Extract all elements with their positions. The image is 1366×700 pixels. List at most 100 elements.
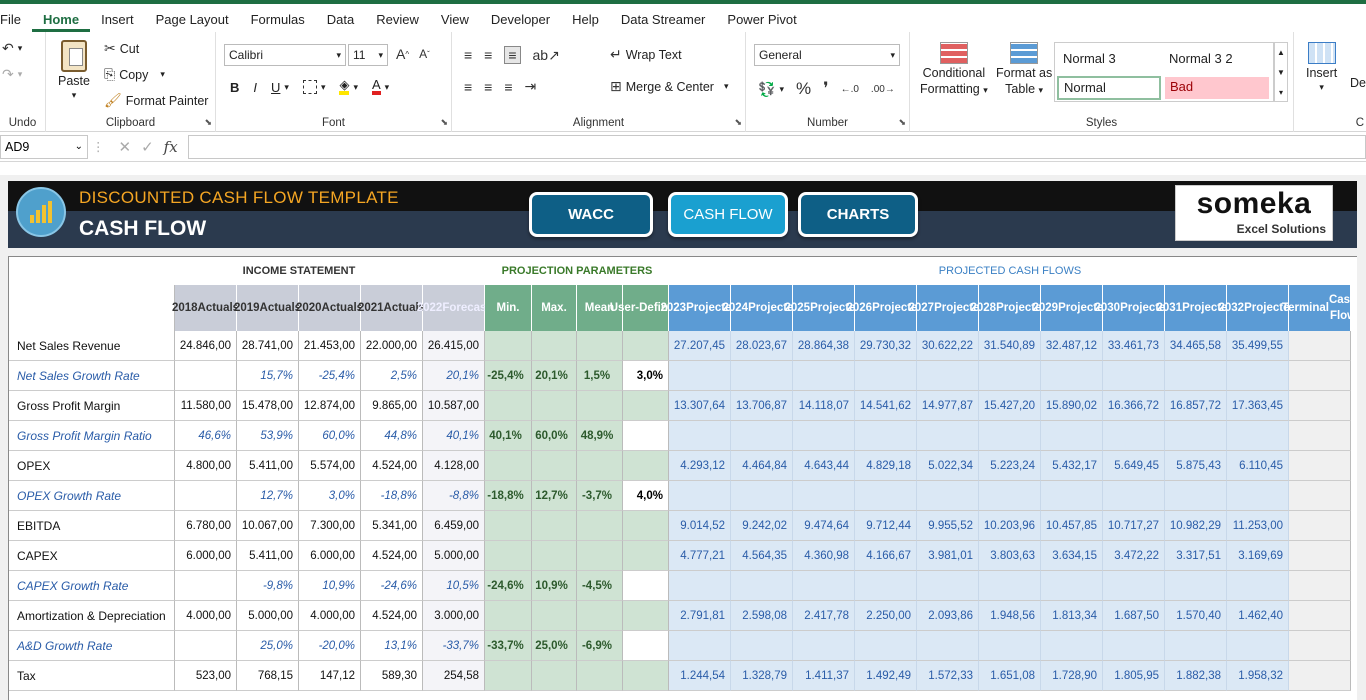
projected-cell[interactable]: 14.541,62: [855, 391, 917, 421]
row-label[interactable]: A&D Growth Rate: [9, 631, 175, 661]
actuals-cell[interactable]: 5.000,00: [423, 541, 485, 571]
actuals-cell[interactable]: 4.524,00: [361, 541, 423, 571]
cancel-icon[interactable]: ✕: [119, 138, 132, 156]
user-defined-input[interactable]: 4,0%: [623, 481, 669, 511]
decrease-decimal-icon[interactable]: .00→: [871, 84, 895, 95]
projection-parameter-cell[interactable]: -6,9%: [577, 631, 623, 661]
style-bad[interactable]: Bad: [1165, 77, 1269, 99]
row-label[interactable]: CAPEX: [9, 541, 175, 571]
actuals-cell[interactable]: 7.300,00: [299, 511, 361, 541]
projected-cell[interactable]: 5.875,43: [1165, 451, 1227, 481]
projected-cell[interactable]: [917, 421, 979, 451]
projection-parameter-cell[interactable]: [485, 451, 532, 481]
actuals-cell[interactable]: 523,00: [175, 661, 237, 691]
increase-font-icon[interactable]: A ^: [396, 46, 409, 62]
align-top-icon[interactable]: ≡: [464, 47, 472, 63]
row-label[interactable]: CAPEX Growth Rate: [9, 571, 175, 601]
projection-parameter-cell[interactable]: [532, 541, 577, 571]
actuals-cell[interactable]: [175, 631, 237, 661]
projected-cell[interactable]: 9.955,52: [917, 511, 979, 541]
actuals-cell[interactable]: -9,8%: [237, 571, 299, 601]
actuals-cell[interactable]: 254,58: [423, 661, 485, 691]
projected-cell[interactable]: 1.813,34: [1041, 601, 1103, 631]
format-as-table-button[interactable]: Format as Table ▾: [996, 42, 1052, 96]
projected-cell[interactable]: 5.649,45: [1103, 451, 1165, 481]
tab-home[interactable]: Home: [31, 12, 91, 32]
projected-cell[interactable]: [1165, 361, 1227, 391]
projected-cell[interactable]: 33.461,73: [1103, 331, 1165, 361]
actuals-cell[interactable]: 11.580,00: [175, 391, 237, 421]
projected-cell[interactable]: 9.242,02: [731, 511, 793, 541]
tab-review[interactable]: Review: [365, 12, 430, 32]
projected-cell[interactable]: [1165, 481, 1227, 511]
actuals-cell[interactable]: 40,1%: [423, 421, 485, 451]
projection-parameter-cell[interactable]: [577, 451, 623, 481]
projected-cell[interactable]: 1.244,54: [669, 661, 731, 691]
actuals-cell[interactable]: [175, 361, 237, 391]
projected-cell[interactable]: 1.805,95: [1103, 661, 1165, 691]
projected-cell[interactable]: 3.472,22: [1103, 541, 1165, 571]
actuals-cell[interactable]: [175, 481, 237, 511]
actuals-cell[interactable]: 147,12: [299, 661, 361, 691]
projection-parameter-cell[interactable]: [485, 511, 532, 541]
increase-decimal-icon[interactable]: ←.0: [841, 84, 859, 95]
charts-button[interactable]: CHARTS: [798, 192, 918, 237]
actuals-cell[interactable]: 20,1%: [423, 361, 485, 391]
actuals-cell[interactable]: 5.411,00: [237, 541, 299, 571]
orientation-icon[interactable]: ab↗: [533, 47, 560, 64]
row-label[interactable]: OPEX: [9, 451, 175, 481]
projection-parameter-cell[interactable]: 10,9%: [532, 571, 577, 601]
projection-parameter-cell[interactable]: 1,5%: [577, 361, 623, 391]
paste-button[interactable]: Paste ▾: [58, 40, 90, 101]
row-label[interactable]: OPEX Growth Rate: [9, 481, 175, 511]
projection-parameter-cell[interactable]: 60,0%: [532, 421, 577, 451]
user-defined-input[interactable]: 3,0%: [623, 361, 669, 391]
projected-cell[interactable]: 28.023,67: [731, 331, 793, 361]
projected-cell[interactable]: 15.890,02: [1041, 391, 1103, 421]
projected-cell[interactable]: [1227, 571, 1289, 601]
fill-color-icon[interactable]: ◈: [339, 78, 350, 95]
projected-cell[interactable]: [1041, 571, 1103, 601]
actuals-cell[interactable]: 53,9%: [237, 421, 299, 451]
actuals-cell[interactable]: 4.800,00: [175, 451, 237, 481]
projection-parameter-cell[interactable]: [577, 391, 623, 421]
tab-data-streamer[interactable]: Data Streamer: [610, 12, 717, 32]
actuals-cell[interactable]: 15.478,00: [237, 391, 299, 421]
user-defined-input[interactable]: [623, 571, 669, 601]
projected-cell[interactable]: 17.363,45: [1227, 391, 1289, 421]
projected-cell[interactable]: [1227, 631, 1289, 661]
actuals-cell[interactable]: 3,0%: [299, 481, 361, 511]
projected-cell[interactable]: 3.981,01: [917, 541, 979, 571]
projected-cell[interactable]: 13.307,64: [669, 391, 731, 421]
projected-cell[interactable]: [1041, 631, 1103, 661]
projection-parameter-cell[interactable]: [532, 601, 577, 631]
actuals-cell[interactable]: -8,8%: [423, 481, 485, 511]
conditional-formatting-button[interactable]: Conditional Formatting ▾: [920, 42, 988, 96]
actuals-cell[interactable]: 3.000,00: [423, 601, 485, 631]
actuals-cell[interactable]: 6.459,00: [423, 511, 485, 541]
projected-cell[interactable]: 3.634,15: [1041, 541, 1103, 571]
actuals-cell[interactable]: 768,15: [237, 661, 299, 691]
projected-cell[interactable]: 4.643,44: [793, 451, 855, 481]
align-bottom-icon[interactable]: ≡: [504, 46, 521, 64]
cut-button[interactable]: ✂ Cut: [104, 40, 139, 57]
projected-cell[interactable]: 4.293,12: [669, 451, 731, 481]
projected-cell[interactable]: 29.730,32: [855, 331, 917, 361]
user-defined-input[interactable]: [623, 421, 669, 451]
projected-cell[interactable]: 2.093,86: [917, 601, 979, 631]
style-normal-3[interactable]: Normal 3: [1063, 51, 1116, 66]
actuals-cell[interactable]: 2,5%: [361, 361, 423, 391]
actuals-cell[interactable]: 5.411,00: [237, 451, 299, 481]
projection-parameter-cell[interactable]: [532, 661, 577, 691]
tab-power-pivot[interactable]: Power Pivot: [716, 12, 807, 32]
actuals-cell[interactable]: 24.846,00: [175, 331, 237, 361]
tab-file[interactable]: File: [0, 12, 32, 32]
actuals-cell[interactable]: 10,5%: [423, 571, 485, 601]
copy-button[interactable]: ⎘ Copy ▾: [104, 66, 165, 83]
projection-parameter-cell[interactable]: 20,1%: [532, 361, 577, 391]
row-label[interactable]: EBITDA: [9, 511, 175, 541]
comma-icon[interactable]: ❜: [823, 79, 828, 99]
projected-cell[interactable]: 1.462,40: [1227, 601, 1289, 631]
projected-cell[interactable]: [793, 361, 855, 391]
projected-cell[interactable]: [979, 481, 1041, 511]
